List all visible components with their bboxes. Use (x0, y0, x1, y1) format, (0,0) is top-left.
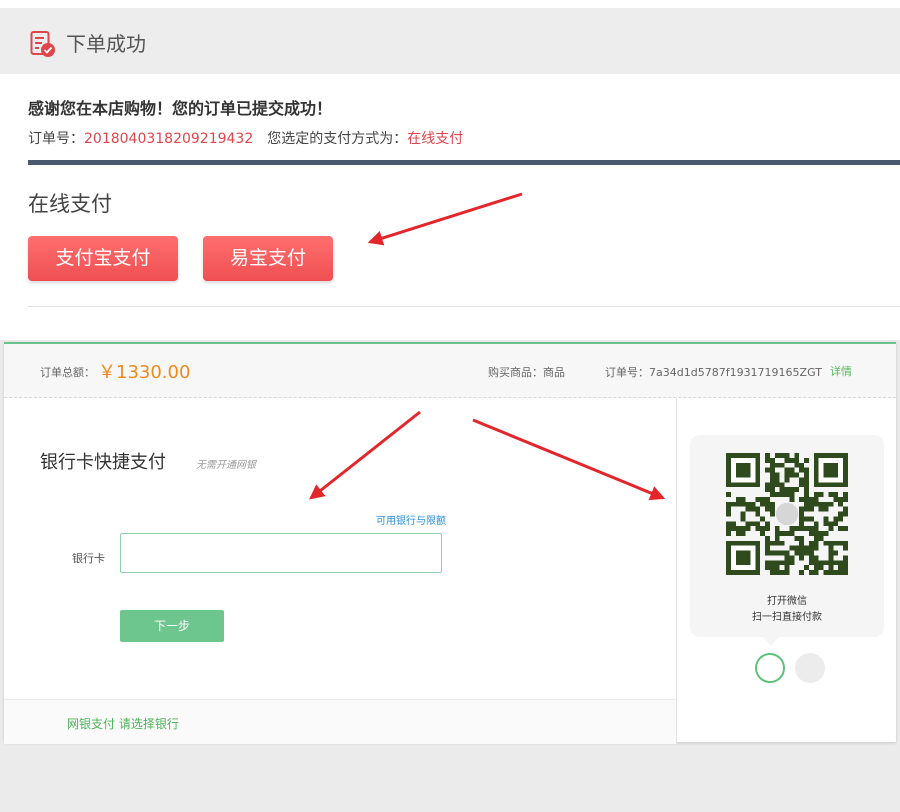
details-link[interactable]: 详情 (830, 363, 852, 379)
qr-card-pointer (762, 636, 780, 646)
bank-limits-link[interactable]: 可用银行与限额 (376, 512, 446, 527)
order-success-icon (30, 31, 55, 57)
wechat-qr-card: 打开微信 扫一扫直接付款 (690, 435, 884, 637)
order-summary-line: 订单号：2018040318209219432 您选定的支付方式为：在线支付 (28, 128, 463, 148)
page-title: 下单成功 (66, 32, 146, 56)
netbank-footer: 网银支付 请选择银行 (4, 699, 676, 744)
yeepay-button[interactable]: 易宝支付 (203, 236, 333, 281)
bank-card-label: 银行卡 (72, 552, 105, 565)
bank-card-pay-title: 银行卡快捷支付 (40, 452, 166, 473)
thanks-message: 感谢您在本店购物！您的订单已提交成功！ (28, 99, 333, 118)
order-summary-bar: 订单总额： ￥1330.00 购买商品：商品 订单号：7a34d1d5787f1… (4, 344, 896, 398)
alipay-button[interactable]: 支付宝支付 (28, 236, 178, 281)
netbank-pay-link[interactable]: 网银支付 请选择银行 (67, 715, 179, 732)
goods-info: 购买商品：商品 (488, 366, 565, 379)
pay-method-label: 您选定的支付方式为： (267, 131, 408, 147)
cashier-order-number: 订单号：7a34d1d5787f1931719165ZGT (605, 366, 822, 379)
section-divider-bar (28, 160, 900, 165)
qr-instruction-line2: 扫一扫直接付款 (752, 612, 822, 623)
qr-code-icon (726, 453, 848, 575)
divider-line (28, 306, 900, 307)
order-number-label: 订单号： (28, 131, 84, 147)
next-step-button[interactable]: 下一步 (120, 610, 224, 642)
total-amount: ￥1330.00 (98, 362, 191, 383)
vertical-divider (676, 398, 677, 744)
order-number: 2018040318209219432 (84, 131, 254, 147)
cashier-panel: 订单总额： ￥1330.00 购买商品：商品 订单号：7a34d1d5787f1… (4, 342, 896, 744)
arrow-to-yeepay (367, 192, 523, 246)
alt-pay-option[interactable] (795, 653, 825, 683)
bank-card-pay-subtitle: 无需开通网银 (196, 460, 256, 471)
wechat-pay-option[interactable] (755, 653, 785, 683)
total-label: 订单总额： (40, 366, 95, 379)
bank-card-input[interactable] (120, 533, 442, 573)
online-pay-title: 在线支付 (28, 192, 112, 216)
qr-instruction-line1: 打开微信 (767, 596, 807, 607)
page-header: 下单成功 (0, 8, 900, 74)
pay-method-value: 在线支付 (407, 131, 464, 147)
